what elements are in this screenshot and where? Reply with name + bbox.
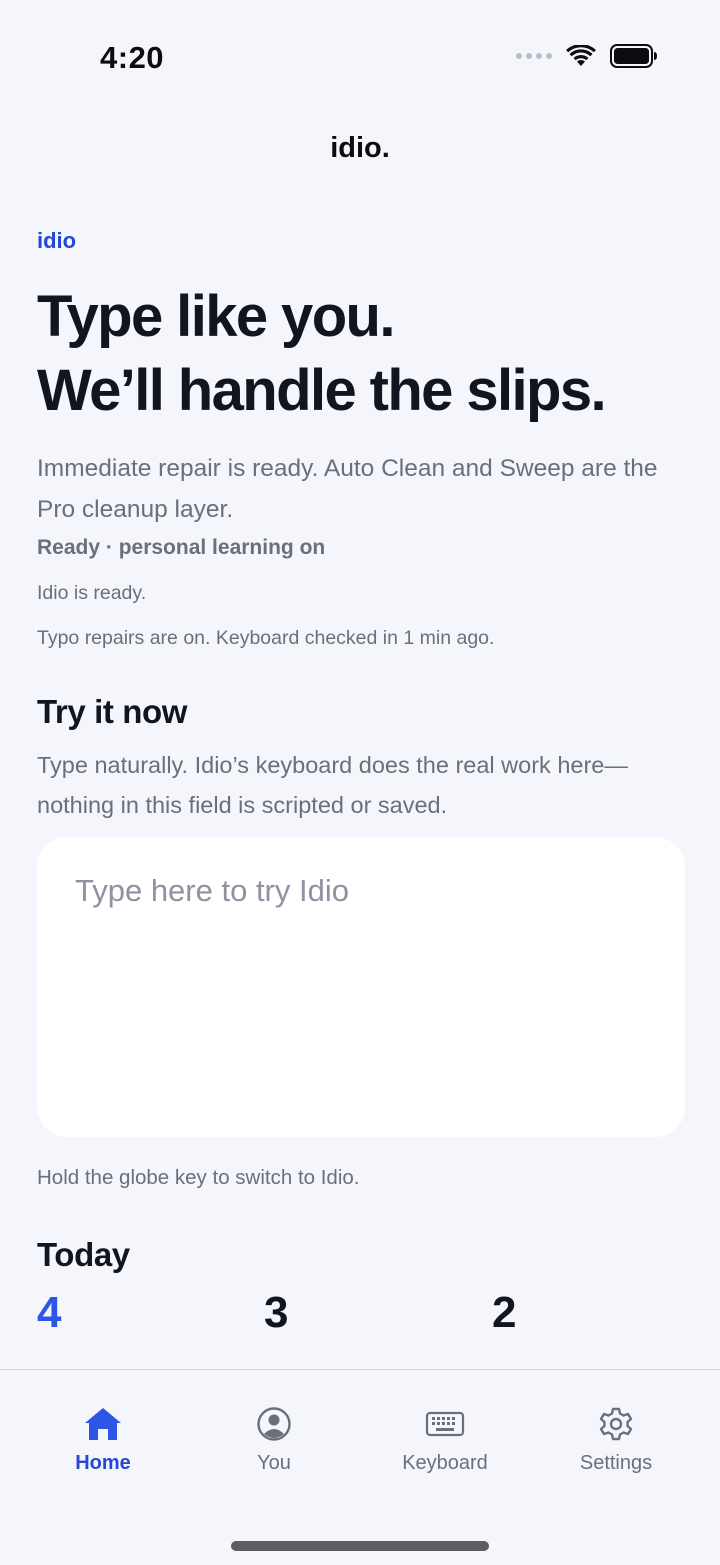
hero-title-line-1: Type like you. [37,284,395,349]
signal-dots-icon [516,53,552,59]
tab-settings-label: Settings [579,1452,653,1474]
globe-key-hint: Hold the globe key to switch to Idio. [37,1166,360,1189]
brand-tag: idio [37,228,77,253]
hero-title-line-2: We’ll handle the slips. [37,358,607,423]
repairs-note: Typo repairs are on. Keyboard checked in… [37,627,495,649]
try-it-title: Try it now [37,693,188,730]
home-icon [85,1408,121,1440]
today-stat-3: 2 [492,1288,517,1337]
gear-icon [599,1407,633,1441]
app-header-title: idio. [330,132,390,164]
tab-keyboard[interactable]: Keyboard [375,1406,515,1475]
hero-title: Type like you. We’ll handle the slips. [37,280,685,428]
today-stats: 4 3 2 [37,1288,685,1358]
status-line: Ready · personal learning on [37,536,326,559]
status-time: 4:20 [100,40,165,75]
tab-you-label: You [257,1452,291,1474]
tab-keyboard-label: Keyboard [402,1452,488,1474]
try-it-description: Type naturally. Idio’s keyboard does the… [37,752,628,818]
try-it-input[interactable] [37,837,685,1137]
tab-home-label: Home [75,1452,131,1474]
tab-you[interactable]: You [204,1406,344,1475]
hero-subtitle: Immediate repair is ready. Auto Clean an… [37,455,658,523]
tab-settings[interactable]: Settings [546,1406,686,1475]
tab-home[interactable]: Home [33,1406,173,1475]
keyboard-icon [425,1411,465,1437]
status-icons [516,44,658,68]
tab-bar: Home You Keyboard Settings [0,1369,720,1565]
status-bar: 4:20 [0,0,720,110]
today-title: Today [37,1236,130,1273]
ready-note: Idio is ready. [37,582,147,604]
today-stat-2: 3 [264,1288,289,1337]
battery-icon [610,44,657,68]
today-stat-1: 4 [37,1288,62,1337]
main-content: idio Type like you. We’ll handle the sli… [37,228,685,1358]
wifi-icon [566,45,596,66]
home-indicator[interactable] [231,1541,489,1551]
person-circle-icon [257,1407,291,1441]
